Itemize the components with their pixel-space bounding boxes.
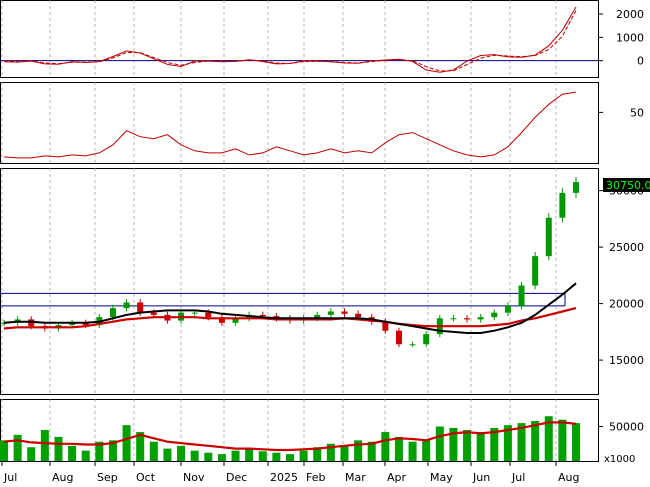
volume-bar bbox=[190, 450, 199, 461]
rsi-tick-label: 50 bbox=[630, 106, 644, 119]
volume-bar bbox=[81, 450, 90, 461]
candle-body bbox=[532, 256, 539, 286]
candle-body bbox=[123, 302, 130, 309]
candle-body bbox=[464, 318, 471, 320]
volume-bar bbox=[27, 447, 36, 461]
last-price-tag: 30750.00 bbox=[603, 178, 650, 192]
volume-bar bbox=[572, 423, 580, 461]
candle-body bbox=[423, 334, 430, 345]
month-label: Oct bbox=[136, 471, 156, 484]
volume-bar bbox=[40, 430, 49, 461]
candle-body bbox=[109, 308, 116, 318]
month-label: Aug bbox=[52, 471, 73, 484]
volume-bar bbox=[286, 454, 294, 461]
volume-bar bbox=[381, 432, 390, 461]
volume-bar bbox=[408, 441, 417, 461]
price-tick-label: 20000 bbox=[609, 298, 644, 311]
volume-bar bbox=[163, 448, 172, 461]
month-label: Feb bbox=[306, 471, 325, 484]
candle-body bbox=[205, 312, 212, 318]
price-tick-label: 15000 bbox=[609, 354, 644, 367]
volume-bar bbox=[272, 452, 281, 461]
candle-body bbox=[504, 305, 511, 313]
candle-body bbox=[327, 311, 334, 315]
candle-body bbox=[559, 192, 566, 218]
month-label: Nov bbox=[183, 471, 205, 484]
price-tick-label: 25000 bbox=[609, 241, 644, 254]
candle-body bbox=[191, 312, 198, 314]
candle-body bbox=[545, 217, 552, 257]
month-label: Dec bbox=[226, 471, 247, 484]
volume-bar bbox=[558, 419, 567, 461]
month-label: Sep bbox=[97, 471, 118, 484]
month-label: Jul bbox=[3, 471, 17, 484]
volume-bar bbox=[204, 452, 213, 461]
candle-body bbox=[409, 344, 416, 346]
candle-body bbox=[137, 302, 144, 313]
volume-bar bbox=[258, 451, 267, 461]
candle-body bbox=[477, 317, 484, 320]
macd-tick-label: 2000 bbox=[616, 8, 644, 21]
volume-bar bbox=[422, 440, 431, 461]
volume-bar bbox=[122, 425, 131, 461]
chart-background bbox=[0, 0, 650, 487]
volume-bar bbox=[231, 450, 240, 461]
volume-tick-label: 50000 bbox=[609, 421, 644, 434]
candle-body bbox=[450, 318, 457, 320]
volume-bar bbox=[394, 436, 403, 461]
candle-body bbox=[573, 182, 579, 193]
volume-bar bbox=[463, 430, 472, 461]
candle-body bbox=[341, 311, 348, 314]
last-price-label: 30750.00 bbox=[606, 179, 650, 192]
candle-body bbox=[395, 330, 402, 345]
stock-chart: 200010000503000025000200001500050000JulA… bbox=[0, 0, 650, 487]
volume-bar bbox=[340, 445, 349, 461]
volume-bar bbox=[54, 436, 63, 461]
volume-unit-label: x1000 bbox=[604, 454, 635, 465]
volume-bar bbox=[217, 454, 226, 461]
candle-body bbox=[259, 314, 266, 317]
volume-bar bbox=[299, 450, 308, 461]
month-label: May bbox=[430, 471, 453, 484]
candle-body bbox=[518, 285, 525, 306]
month-label: 2025 bbox=[270, 471, 298, 484]
volume-bar bbox=[149, 441, 158, 461]
candle-body bbox=[355, 313, 362, 318]
candle-body bbox=[150, 312, 157, 315]
volume-bar bbox=[531, 421, 540, 461]
month-label: Mar bbox=[345, 471, 366, 484]
volume-bar bbox=[435, 426, 444, 461]
volume-bar bbox=[476, 432, 485, 461]
volume-bar bbox=[245, 448, 254, 461]
month-label: Jun bbox=[472, 471, 490, 484]
month-label: Aug bbox=[558, 471, 579, 484]
month-label: Apr bbox=[387, 471, 407, 484]
volume-bar bbox=[13, 434, 22, 461]
volume-bar bbox=[0, 440, 8, 461]
volume-bar bbox=[177, 445, 186, 461]
macd-tick-label: 1000 bbox=[616, 31, 644, 44]
month-label: Jul bbox=[511, 471, 525, 484]
candle-body bbox=[491, 312, 498, 318]
macd-tick-label: 0 bbox=[637, 55, 644, 68]
volume-bar bbox=[68, 445, 77, 461]
